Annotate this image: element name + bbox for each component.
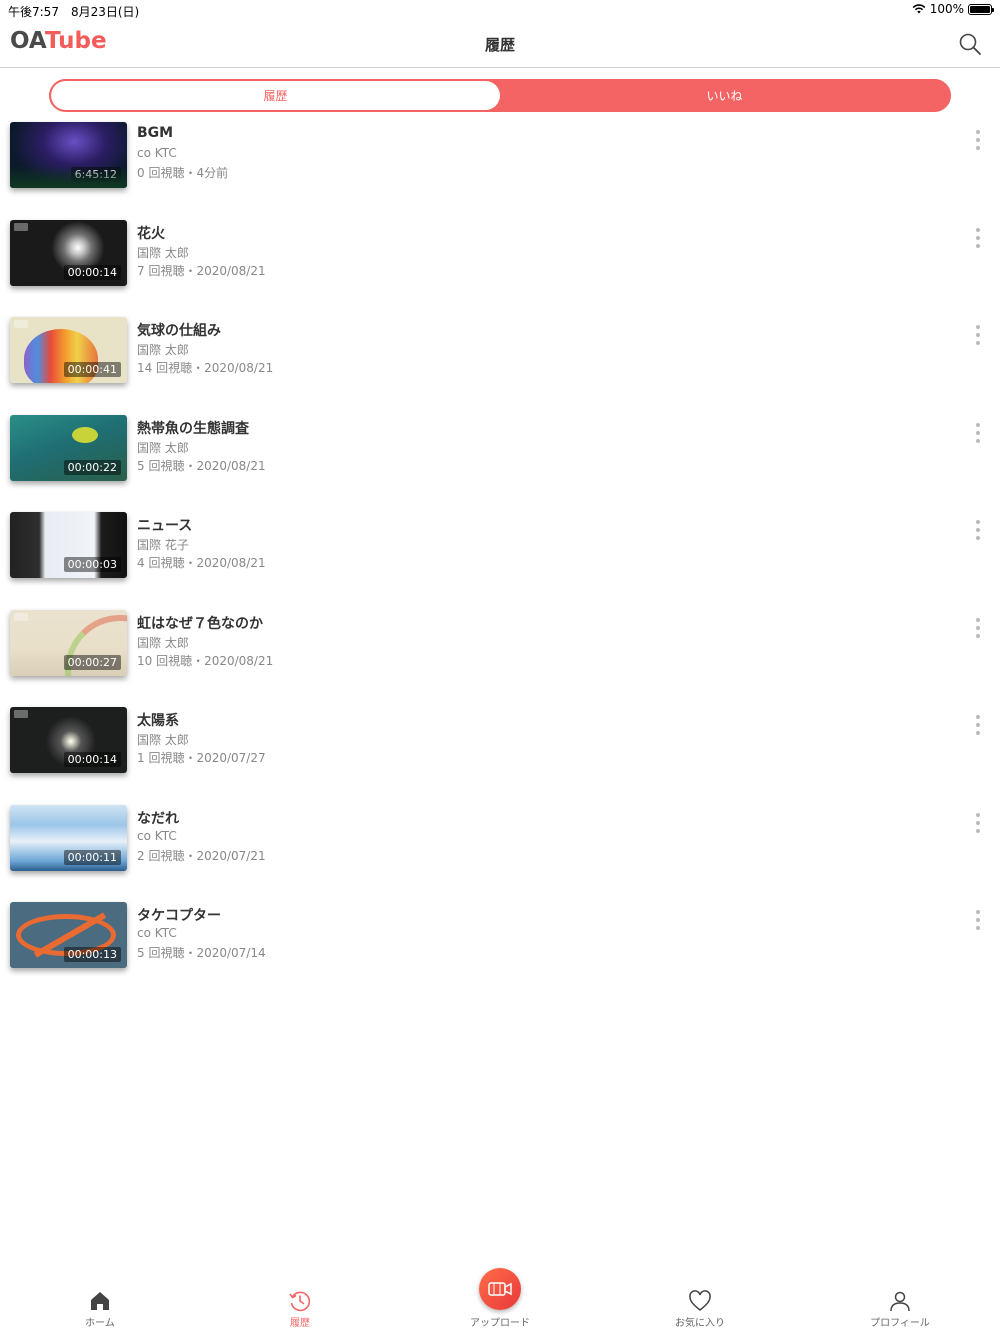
channel-watermark	[14, 320, 28, 328]
video-channel: 国際 太郎	[137, 635, 189, 650]
video-thumbnail[interactable]: 00:00:03	[10, 512, 127, 578]
video-meta: 2 回視聴・2020/07/21	[137, 848, 266, 863]
status-bar: 午後7:57 8月23日(日) 100%	[0, 0, 1000, 20]
video-meta: 10 回視聴・2020/08/21	[137, 653, 274, 668]
video-item[interactable]: 00:00:14 花火 国際 太郎 7 回視聴・2020/08/21	[0, 219, 1000, 318]
fish-shape	[72, 426, 98, 443]
tab-label: アップロード	[470, 1318, 530, 1329]
video-thumbnail[interactable]: 00:00:13	[10, 902, 127, 968]
video-duration: 00:00:14	[63, 752, 121, 767]
person-icon	[890, 1291, 910, 1312]
video-thumbnail[interactable]: 6:45:12	[10, 122, 127, 188]
video-title: 花火	[137, 225, 165, 242]
tab-history[interactable]: 履歴	[200, 1263, 400, 1334]
video-meta: 14 回視聴・2020/08/21	[137, 361, 274, 375]
video-meta: 5 回視聴・2020/08/21	[137, 458, 266, 473]
video-title: タケコプター	[137, 908, 221, 924]
more-options-icon[interactable]	[974, 812, 982, 833]
video-item[interactable]: 00:00:13 タケコプター co KTC 5 回視聴・2020/07/14	[0, 902, 1000, 1000]
more-options-icon[interactable]	[974, 910, 982, 930]
video-channel: 国際 太郎	[137, 245, 189, 260]
segment-likes[interactable]: いいね	[500, 81, 949, 110]
video-meta: 5 回視聴・2020/07/14	[137, 946, 266, 960]
heart-icon	[689, 1290, 711, 1311]
video-camera-icon	[488, 1282, 512, 1296]
video-title: 気球の仕組み	[137, 323, 221, 339]
more-options-icon[interactable]	[974, 715, 982, 735]
video-meta: 4 回視聴・2020/08/21	[137, 556, 266, 570]
tab-home[interactable]: ホーム	[0, 1263, 200, 1334]
tab-label: 履歴	[290, 1318, 310, 1329]
video-channel: co KTC	[137, 146, 177, 160]
upload-button[interactable]	[479, 1268, 521, 1310]
video-channel: 国際 花子	[137, 538, 189, 552]
status-time: 午後7:57 8月23日(日)	[8, 5, 140, 19]
channel-watermark	[14, 222, 28, 231]
video-channel: 国際 太郎	[137, 733, 189, 747]
segmented-control: 履歴 いいね	[49, 79, 951, 112]
battery-icon	[968, 3, 994, 15]
video-duration: 00:00:03	[63, 557, 121, 572]
video-title: 熱帯魚の生態調査	[137, 420, 249, 437]
video-item[interactable]: 00:00:11 なだれ co KTC 2 回視聴・2020/07/21	[0, 804, 1000, 903]
channel-watermark	[14, 710, 28, 718]
video-title: なだれ	[137, 810, 179, 827]
tab-label: ホーム	[85, 1318, 115, 1329]
tab-favorites[interactable]: お気に入り	[600, 1263, 800, 1334]
battery-percent: 100%	[929, 2, 964, 16]
video-duration: 00:00:13	[63, 947, 121, 962]
app-header: OATube 履歴	[0, 22, 1000, 68]
video-title: 太陽系	[137, 713, 179, 729]
video-thumbnail[interactable]: 00:00:41	[10, 317, 127, 383]
video-item[interactable]: 00:00:22 熱帯魚の生態調査 国際 太郎 5 回視聴・2020/08/21	[0, 414, 1000, 513]
more-options-icon[interactable]	[974, 227, 982, 248]
search-icon[interactable]	[958, 32, 982, 56]
video-list: 6:45:12 BGM co KTC 0 回視聴・4分前 00:00:14 花火…	[0, 122, 1000, 1000]
video-title: BGM	[137, 125, 174, 141]
video-duration: 00:00:41	[63, 362, 121, 377]
more-options-icon[interactable]	[974, 520, 982, 540]
tab-label: プロフィール	[870, 1318, 930, 1329]
video-item[interactable]: 00:00:27 虹はなぜ７色なのか 国際 太郎 10 回視聴・2020/08/…	[0, 609, 1000, 708]
video-item[interactable]: 00:00:14 太陽系 国際 太郎 1 回視聴・2020/07/27	[0, 707, 1000, 805]
video-channel: co KTC	[137, 926, 177, 940]
video-meta: 1 回視聴・2020/07/27	[137, 751, 266, 765]
video-item[interactable]: 6:45:12 BGM co KTC 0 回視聴・4分前	[0, 122, 1000, 220]
video-thumbnail[interactable]: 00:00:11	[10, 804, 127, 871]
video-thumbnail[interactable]: 00:00:27	[10, 609, 127, 676]
video-thumbnail[interactable]: 00:00:14	[10, 219, 127, 286]
more-options-icon[interactable]	[974, 617, 982, 638]
video-duration: 00:00:14	[63, 264, 121, 280]
channel-watermark	[14, 612, 28, 621]
video-title: ニュース	[137, 518, 193, 534]
video-meta: 0 回視聴・4分前	[137, 166, 229, 180]
bottom-tab-bar: ホーム 履歴 アップロード お気に入り プロフィール	[0, 1263, 1000, 1334]
video-duration: 6:45:12	[70, 167, 121, 182]
more-options-icon[interactable]	[974, 325, 982, 345]
video-item[interactable]: 00:00:03 ニュース 国際 花子 4 回視聴・2020/08/21	[0, 512, 1000, 610]
video-title: 虹はなぜ７色なのか	[137, 615, 263, 632]
more-options-icon[interactable]	[974, 130, 982, 150]
history-icon	[289, 1291, 311, 1312]
video-thumbnail[interactable]: 00:00:14	[10, 707, 127, 773]
tab-upload[interactable]: アップロード	[400, 1263, 600, 1334]
wifi-icon	[912, 4, 926, 14]
video-meta: 7 回視聴・2020/08/21	[137, 263, 266, 278]
home-icon	[91, 1292, 109, 1310]
page-title: 履歴	[484, 36, 515, 54]
video-duration: 00:00:22	[63, 459, 121, 475]
video-channel: 国際 太郎	[137, 343, 189, 357]
video-item[interactable]: 00:00:41 気球の仕組み 国際 太郎 14 回視聴・2020/08/21	[0, 317, 1000, 415]
video-thumbnail[interactable]: 00:00:22	[10, 414, 127, 481]
segment-history[interactable]: 履歴	[51, 81, 500, 110]
video-channel: 国際 太郎	[137, 440, 189, 455]
tab-label: お気に入り	[675, 1318, 725, 1329]
status-indicators: 100%	[912, 2, 994, 16]
video-duration: 00:00:11	[63, 849, 121, 865]
tab-profile[interactable]: プロフィール	[800, 1263, 1000, 1334]
video-channel: co KTC	[137, 828, 177, 843]
video-duration: 00:00:27	[63, 654, 121, 670]
more-options-icon[interactable]	[974, 422, 982, 443]
